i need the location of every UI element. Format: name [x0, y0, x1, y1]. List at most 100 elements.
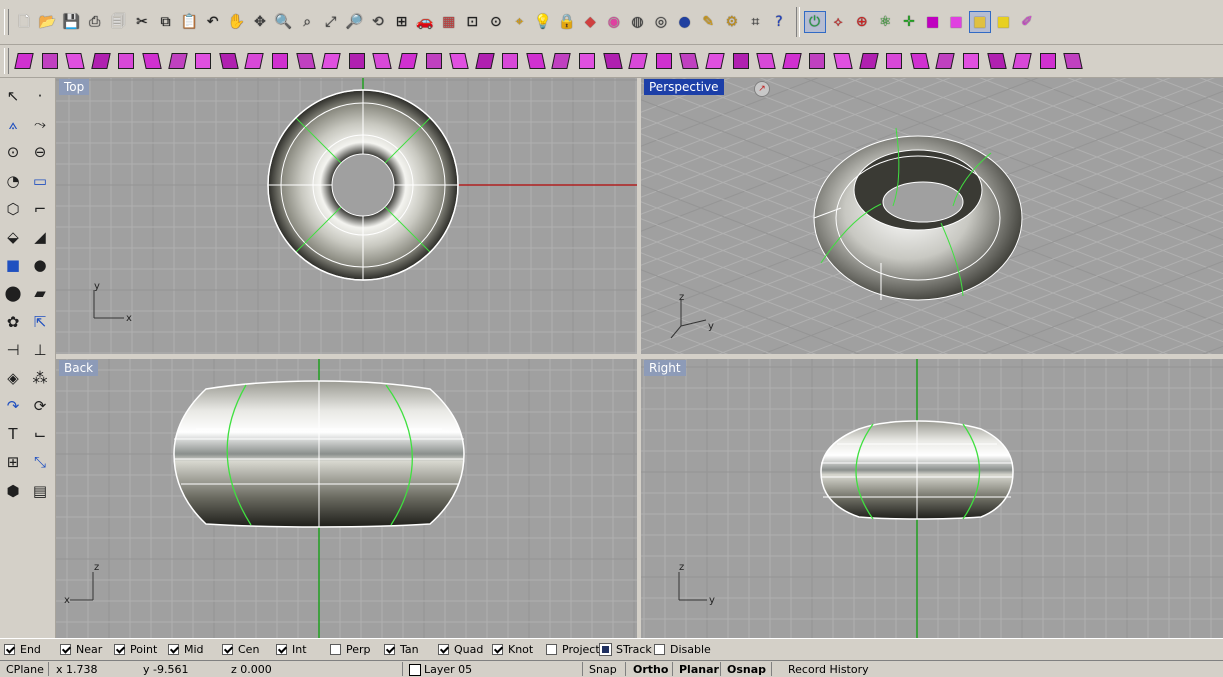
select-points-button[interactable]: ⊙ [485, 11, 507, 33]
osnap-button[interactable]: ⌖ [508, 11, 530, 33]
zoom-window-button[interactable]: ⌕ [296, 11, 318, 33]
move-curve-button[interactable]: ↷ [1, 394, 25, 418]
surface-tool-button[interactable] [678, 50, 700, 72]
four-viewports-button[interactable]: ⊞ [391, 11, 413, 33]
undo-button[interactable]: ↶ [202, 11, 224, 33]
save-button[interactable]: 💾 [60, 11, 82, 33]
surface-tool-button[interactable] [371, 50, 393, 72]
viewport-title-top[interactable]: Top [59, 79, 90, 95]
torus-right[interactable] [820, 420, 1014, 520]
surface-tool-button[interactable] [602, 50, 624, 72]
paste-button[interactable]: 📋 [178, 11, 200, 33]
osnap-quad[interactable]: Quad [438, 643, 483, 656]
osnap-perp[interactable]: Perp [330, 643, 371, 656]
surface-tool-button[interactable] [730, 50, 752, 72]
surface-points-button[interactable]: ⬙ [1, 225, 25, 249]
trim-button[interactable]: ⊣ [1, 338, 25, 362]
polygon-button[interactable]: ⬡ [1, 197, 25, 221]
arc-button[interactable]: ◔ [1, 169, 25, 193]
color-wheel-button[interactable]: ◉ [603, 11, 625, 33]
copy-doc-button[interactable]: 🗐 [107, 11, 129, 33]
surface-tool-button[interactable] [320, 50, 342, 72]
box-magenta-button[interactable]: ■ [945, 11, 967, 33]
osnap-checkbox[interactable] [114, 644, 125, 655]
osnap-point[interactable]: Point [114, 643, 157, 656]
viewport-right[interactable]: z y Right [641, 359, 1223, 638]
osnap-checkbox[interactable] [222, 644, 233, 655]
surface-tool-button[interactable] [448, 50, 470, 72]
move-button[interactable]: ✛ [898, 11, 920, 33]
surface-tool-button[interactable] [781, 50, 803, 72]
sphere-button[interactable]: ● [28, 253, 52, 277]
osnap-end[interactable]: End [4, 643, 41, 656]
select-arrow-button[interactable]: ↖ [1, 84, 25, 108]
osnap-strack[interactable]: STrack [599, 643, 652, 656]
box-shaded-button[interactable]: ■ [968, 11, 991, 33]
surface-tool-button[interactable] [550, 50, 572, 72]
pan-button[interactable]: ✋ [225, 11, 247, 33]
polyline-button[interactable]: ⟑ [1, 112, 25, 136]
surface-tool-button[interactable] [704, 50, 726, 72]
surface-tool-button[interactable] [141, 50, 163, 72]
surface-tool-button[interactable] [243, 50, 265, 72]
osnap-near[interactable]: Near [60, 643, 102, 656]
osnap-checkbox[interactable] [330, 644, 341, 655]
points-on-button[interactable]: ⊡ [461, 11, 483, 33]
rotate-view-button[interactable]: ✥ [249, 11, 271, 33]
cplane-label[interactable]: CPlane [6, 663, 44, 676]
fillet-button[interactable]: ⌐ [28, 197, 52, 221]
osnap-toggle[interactable]: Osnap [727, 663, 766, 676]
undo-view-button[interactable]: ⟲ [367, 11, 389, 33]
scale-button[interactable]: ⤡ [28, 450, 52, 474]
viewport-title-back[interactable]: Back [59, 360, 99, 376]
osnap-int[interactable]: Int [276, 643, 307, 656]
properties-button[interactable]: ⌗ [744, 11, 766, 33]
surface-tool-button[interactable] [806, 50, 828, 72]
cut-button[interactable]: ✂ [131, 11, 153, 33]
surface-tool-button[interactable] [39, 50, 61, 72]
surface-tool-button[interactable] [90, 50, 112, 72]
osnap-tan[interactable]: Tan [384, 643, 419, 656]
planar-toggle[interactable]: Planar [679, 663, 719, 676]
surface-tool-button[interactable] [653, 50, 675, 72]
zoom-selected-button[interactable]: 🔎 [343, 11, 365, 33]
surface-tool-button[interactable] [1011, 50, 1033, 72]
surface-tool-button[interactable] [960, 50, 982, 72]
osnap-checkbox[interactable] [546, 644, 557, 655]
viewport-back[interactable]: z x Back [56, 359, 637, 638]
surface-tool-button[interactable] [192, 50, 214, 72]
arc-dim-button[interactable]: ⟳ [28, 394, 52, 418]
surface-tool-button[interactable] [883, 50, 905, 72]
top-view-canvas[interactable]: y x [56, 78, 637, 354]
curve-button[interactable]: ⤳ [28, 112, 52, 136]
ellipse-button[interactable]: ⊖ [28, 140, 52, 164]
explode-button[interactable]: ⇱ [28, 310, 52, 334]
render-button[interactable]: ✎ [697, 11, 719, 33]
ortho-toggle[interactable]: Ortho [633, 663, 668, 676]
layer-button[interactable]: ◆ [579, 11, 601, 33]
paint-button[interactable]: ✐ [1016, 11, 1038, 33]
torus-top[interactable] [267, 89, 459, 281]
osnap-knot[interactable]: Knot [492, 643, 533, 656]
viewport-menu-icon[interactable]: ↗ [754, 81, 770, 97]
osnap-checkbox[interactable] [492, 644, 503, 655]
surface-tool-button[interactable] [858, 50, 880, 72]
circle-button[interactable]: ⊙ [1, 140, 25, 164]
osnap-checkbox[interactable] [4, 644, 15, 655]
lock-button[interactable]: 🔒 [556, 11, 578, 33]
surface-tool-button[interactable] [295, 50, 317, 72]
surface-tool-button[interactable] [986, 50, 1008, 72]
surface-tool-button[interactable] [423, 50, 445, 72]
ghosted-button[interactable]: ◎ [650, 11, 672, 33]
viewport-title-perspective[interactable]: Perspective [644, 79, 724, 95]
plane-surface-button[interactable]: ▰ [28, 281, 52, 305]
grid-snap-button[interactable]: ▤ [28, 479, 52, 503]
surface-tool-button[interactable] [755, 50, 777, 72]
osnap-checkbox[interactable] [654, 644, 665, 655]
snap-toggle[interactable]: Snap [589, 663, 617, 676]
surface-tool-button[interactable] [1062, 50, 1084, 72]
osnap-mid[interactable]: Mid [168, 643, 204, 656]
grid-button[interactable]: ▦ [438, 11, 460, 33]
light-button[interactable]: 💡 [532, 11, 554, 33]
surface-tool-button[interactable] [346, 50, 368, 72]
